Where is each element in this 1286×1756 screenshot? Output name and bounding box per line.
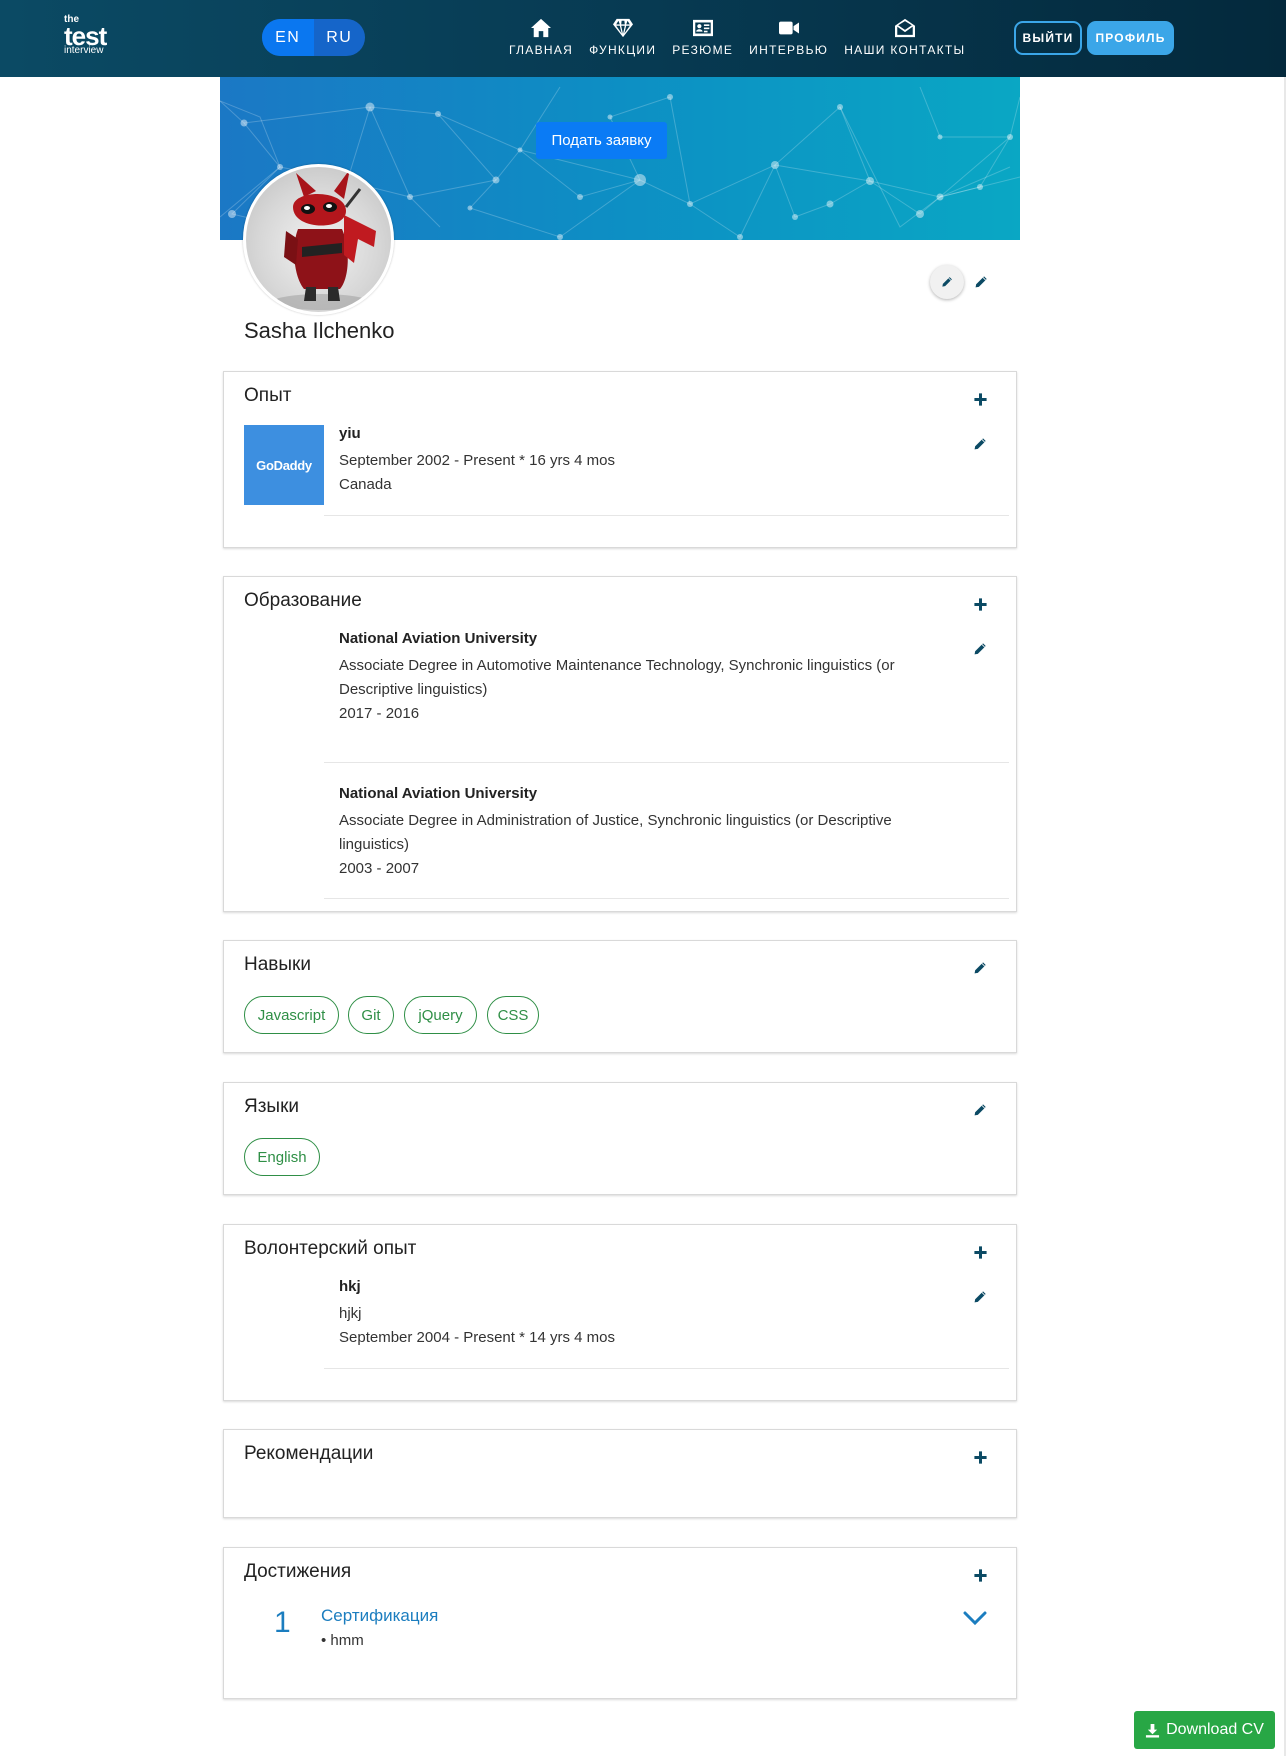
languages-section: Языки English xyxy=(223,1082,1017,1195)
plus-icon xyxy=(973,1450,988,1465)
nav-item-label: ИНТЕРВЬЮ xyxy=(749,43,829,57)
skill-tag: Javascript xyxy=(244,996,339,1034)
achievement-title[interactable]: Сертификация xyxy=(321,1606,438,1626)
section-title: Достижения xyxy=(244,1561,352,1582)
achievement-number: 1 xyxy=(274,1606,291,1639)
top-navbar: the test interview EN RU ГЛАВНАЯ ФУНКЦИИ… xyxy=(0,0,1286,77)
add-volunteer-button[interactable] xyxy=(970,1242,990,1262)
nav-item-interview[interactable]: ИНТЕРВЬЮ xyxy=(749,18,828,57)
education-section: Образование National Aviation University… xyxy=(223,576,1017,912)
degree: Associate Degree in Administration of Ju… xyxy=(339,812,892,853)
edit-profile-button[interactable] xyxy=(971,272,991,292)
section-title: Волонтерский опыт xyxy=(244,1238,417,1259)
nav-item-resume[interactable]: РЕЗЮМЕ xyxy=(672,18,733,57)
volunteer-entry: hkj hjkj September 2004 - Present * 14 y… xyxy=(324,1277,1009,1369)
id-card-icon xyxy=(692,19,713,37)
skills-section: Навыки Javascript Git jQuery CSS xyxy=(223,940,1017,1053)
company-logo: GoDaddy xyxy=(244,425,324,505)
plus-icon xyxy=(973,1245,988,1260)
nav-item-label: ФУНКЦИИ xyxy=(589,43,657,57)
brand-logo-line3: interview xyxy=(64,45,104,56)
experience-section: Опыт GoDaddy yiu September 2002 - Presen… xyxy=(223,371,1017,548)
avatar-figurine-image xyxy=(273,169,376,310)
logout-button[interactable]: ВЫЙТИ xyxy=(1014,21,1082,55)
edit-languages-button[interactable] xyxy=(970,1100,990,1120)
profile-name: Sasha Ilchenko xyxy=(244,318,395,343)
plus-icon xyxy=(973,1568,988,1583)
volunteer-period: September 2004 - Present * 14 yrs 4 mos xyxy=(339,1329,615,1346)
diamond-icon xyxy=(612,18,633,38)
pencil-icon xyxy=(941,276,953,288)
education-years: 2003 - 2007 xyxy=(339,860,420,877)
pencil-icon xyxy=(973,1103,987,1117)
nav-item-features[interactable]: ФУНКЦИИ xyxy=(589,18,656,57)
apply-button[interactable]: Подать заявку xyxy=(536,122,667,159)
language-switcher: EN RU xyxy=(262,19,365,56)
achievement-list-item: • hmm xyxy=(321,1632,364,1649)
language-tag: English xyxy=(244,1138,320,1176)
skill-tag: jQuery xyxy=(404,996,477,1034)
school-name: National Aviation University xyxy=(339,785,538,802)
add-achievement-button[interactable] xyxy=(970,1565,990,1585)
plus-icon xyxy=(973,597,988,612)
pencil-icon xyxy=(974,275,988,289)
school-name: National Aviation University xyxy=(339,630,538,647)
download-cv-label: Download CV xyxy=(1166,1721,1264,1738)
volunteer-role: hjkj xyxy=(339,1305,362,1322)
section-title: Рекомендации xyxy=(244,1443,374,1464)
add-experience-button[interactable] xyxy=(970,389,990,409)
experience-entry: yiu September 2002 - Present * 16 yrs 4 … xyxy=(324,424,1009,516)
language-option-en[interactable]: EN xyxy=(262,19,314,56)
section-title: Опыт xyxy=(244,385,292,406)
achievements-section: Достижения 1 Сертификация • hmm xyxy=(223,1547,1017,1699)
section-title: Навыки xyxy=(244,954,311,975)
recommendations-section: Рекомендации xyxy=(223,1429,1017,1518)
edit-avatar-button[interactable] xyxy=(930,265,964,299)
plus-icon xyxy=(973,392,988,407)
brand-logo[interactable]: the test interview xyxy=(64,15,107,56)
job-period: September 2002 - Present * 16 yrs 4 mos xyxy=(339,452,615,469)
section-title: Образование xyxy=(244,590,362,611)
education-entry: National Aviation University Associate D… xyxy=(324,629,1009,763)
nav-item-label: НАШИ КОНТАКТЫ xyxy=(844,43,966,57)
education-entry: National Aviation University Associate D… xyxy=(324,763,1009,899)
pencil-icon xyxy=(973,961,987,975)
add-recommendation-button[interactable] xyxy=(970,1447,990,1467)
home-icon xyxy=(531,18,552,38)
education-years: 2017 - 2016 xyxy=(339,705,420,722)
nav-item-label: РЕЗЮМЕ xyxy=(672,43,734,57)
volunteer-title: hkj xyxy=(339,1278,361,1295)
video-camera-icon xyxy=(778,21,799,35)
job-location: Canada xyxy=(339,476,392,493)
section-title: Языки xyxy=(244,1096,300,1117)
profile-button[interactable]: ПРОФИЛЬ xyxy=(1087,21,1174,55)
add-education-button[interactable] xyxy=(970,594,990,614)
main-nav: ГЛАВНАЯ ФУНКЦИИ РЕЗЮМЕ ИНТЕРВЬЮ НАШИ КОН… xyxy=(509,18,965,57)
nav-item-contacts[interactable]: НАШИ КОНТАКТЫ xyxy=(844,18,965,57)
envelope-open-icon xyxy=(894,18,915,38)
download-cv-button[interactable]: Download CV xyxy=(1134,1711,1275,1749)
chevron-down-icon[interactable] xyxy=(963,1610,987,1626)
profile-avatar[interactable] xyxy=(243,164,394,315)
skill-tag: CSS xyxy=(487,996,539,1034)
nav-item-label: ГЛАВНАЯ xyxy=(509,43,574,57)
degree: Associate Degree in Automotive Maintenan… xyxy=(339,657,895,698)
edit-skills-button[interactable] xyxy=(970,958,990,978)
language-option-ru[interactable]: RU xyxy=(314,19,366,56)
job-title: yiu xyxy=(339,425,361,442)
volunteer-section: Волонтерский опыт hkj hjkj September 200… xyxy=(223,1224,1017,1401)
skill-tag: Git xyxy=(348,996,394,1034)
download-icon xyxy=(1146,1723,1160,1738)
nav-item-home[interactable]: ГЛАВНАЯ xyxy=(509,18,573,57)
